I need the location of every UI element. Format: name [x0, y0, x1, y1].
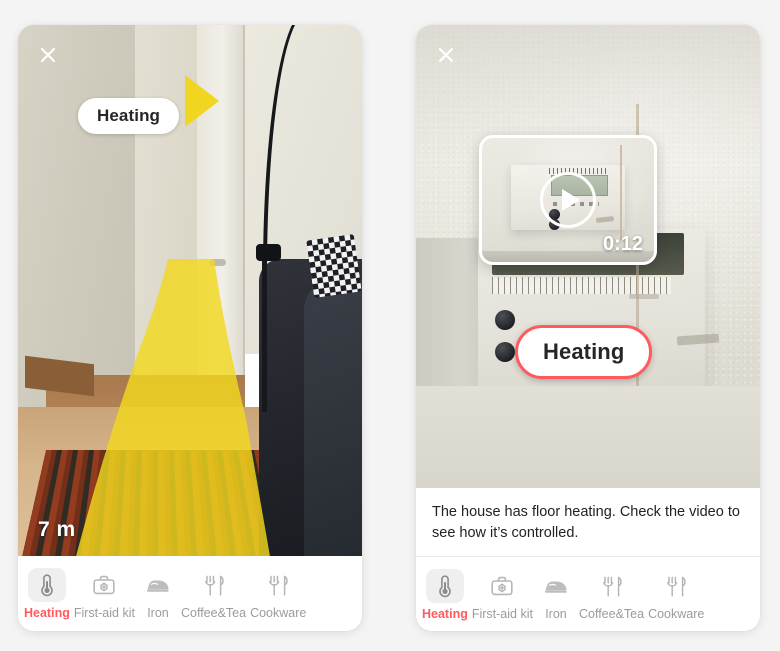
- ar-navigation-panel: Heating 7 m Heating First-aid kit Iron C…: [18, 25, 362, 631]
- scene-lamp-pole: [261, 255, 267, 412]
- tab-label: First-aid kit: [73, 606, 135, 620]
- tab-label: Iron: [147, 606, 169, 620]
- close-icon[interactable]: [432, 41, 460, 69]
- tab-coffee-and-tea[interactable]: Coffee&Tea: [179, 562, 248, 621]
- cutlery-icon: [657, 569, 695, 603]
- cutlery-icon: [259, 568, 297, 602]
- first-aid-kit-icon: [483, 569, 521, 603]
- cutlery-icon: [593, 569, 631, 603]
- tab-cookware[interactable]: Cookware: [248, 562, 308, 621]
- ar-detail-panel: 0:12 Heating The house has floor heating…: [416, 25, 760, 631]
- scene-lamp-head: [256, 244, 282, 262]
- iron-icon: [139, 568, 177, 602]
- thumbnail-wall-seam: [619, 145, 622, 240]
- direction-arrow-icon: [184, 75, 219, 128]
- tab-label: Heating: [422, 607, 468, 621]
- play-triangle: [561, 189, 580, 211]
- tab-label: Cookware: [648, 607, 705, 621]
- scene-thermostat-knob: [495, 309, 516, 330]
- play-icon[interactable]: [540, 172, 596, 228]
- tab-heating[interactable]: Heating: [22, 562, 72, 621]
- tab-label: Coffee&Tea: [180, 606, 247, 620]
- tab-label: First-aid kit: [471, 607, 533, 621]
- screenshot-stage: Heating 7 m Heating First-aid kit Iron C…: [0, 0, 780, 651]
- ar-camera-viewport[interactable]: Heating 7 m: [18, 25, 362, 556]
- tab-heating[interactable]: Heating: [420, 563, 470, 621]
- iron-icon: [537, 569, 575, 603]
- detail-description: The house has floor heating. Check the v…: [416, 487, 760, 557]
- tab-first-aid-kit[interactable]: First-aid kit: [72, 562, 137, 621]
- thermometer-icon: [425, 569, 464, 603]
- ar-camera-viewport[interactable]: 0:12 Heating: [416, 25, 760, 488]
- cutlery-icon: [195, 568, 233, 602]
- tab-label: Cookware: [250, 606, 307, 620]
- tab-label: Iron: [545, 607, 567, 621]
- scene-door-handle: [208, 258, 226, 266]
- tab-coffee-and-tea[interactable]: Coffee&Tea: [577, 563, 646, 621]
- close-icon[interactable]: [34, 41, 62, 69]
- scene-lamp: [231, 25, 320, 412]
- first-aid-kit-icon: [85, 568, 123, 602]
- tab-iron[interactable]: Iron: [535, 563, 577, 621]
- bottom-tabbar: Heating First-aid kit Iron Coffee&Tea Co…: [416, 557, 760, 631]
- thermometer-icon: [27, 568, 66, 602]
- ar-label-pill[interactable]: Heating: [78, 98, 180, 134]
- ar-label-pill[interactable]: Heating: [515, 325, 653, 379]
- scene-thermostat-marking: [629, 293, 660, 299]
- tab-first-aid-kit[interactable]: First-aid kit: [470, 563, 535, 621]
- distance-label: 7 m: [38, 518, 76, 541]
- video-card[interactable]: 0:12: [479, 135, 657, 265]
- tab-iron[interactable]: Iron: [137, 562, 179, 621]
- tab-label: Coffee&Tea: [578, 607, 645, 621]
- video-duration: 0:12: [602, 233, 643, 255]
- tab-cookware[interactable]: Cookware: [646, 563, 706, 621]
- bottom-tabbar: Heating First-aid kit Iron Coffee&Tea Co…: [18, 556, 362, 631]
- scene-thermostat-scale: [491, 277, 671, 294]
- tab-label: Heating: [24, 606, 70, 620]
- scene-floor: [416, 386, 760, 488]
